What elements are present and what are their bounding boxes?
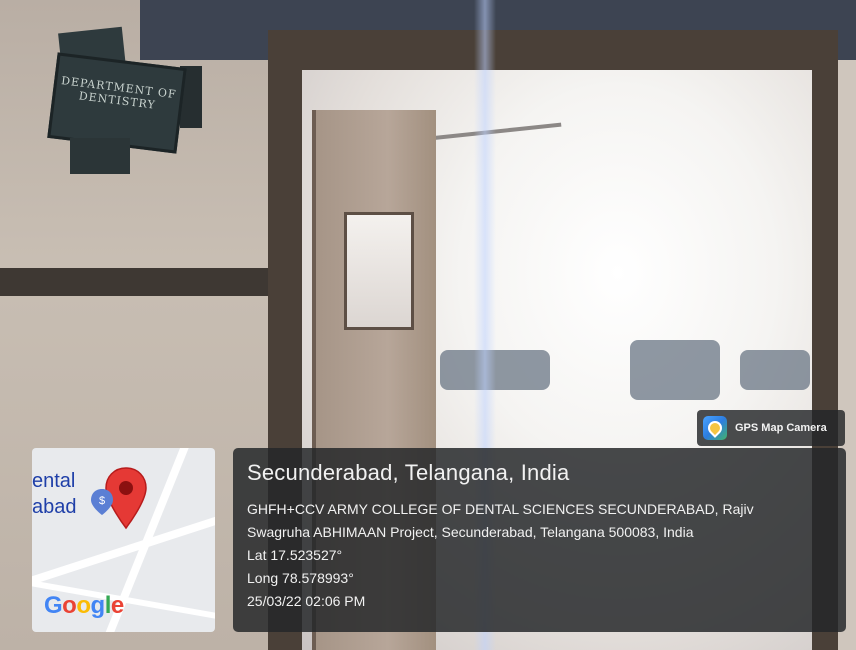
google-logo-letter: g — [90, 592, 106, 619]
poi-icon: $ — [90, 488, 114, 516]
wall-stripe — [0, 268, 270, 296]
latitude: Lat 17.523527° — [247, 547, 343, 563]
map-label: abad — [32, 496, 77, 518]
svg-text:$: $ — [99, 495, 105, 507]
longitude: Long 78.578993° — [247, 570, 354, 586]
map-thumbnail[interactable]: ental abad $ Google — [32, 448, 215, 632]
address-line: GHFH+CCV ARMY COLLEGE OF DENTAL SCIENCES… — [247, 501, 754, 517]
location-title: Secunderabad, Telangana, India — [247, 460, 570, 485]
gps-badge-label: GPS Map Camera — [735, 422, 827, 434]
door-window — [344, 212, 414, 330]
sign-text: DEPARTMENT OF DENTISTRY — [60, 74, 178, 112]
google-logo-letter: o — [76, 592, 91, 619]
google-logo-letter: e — [110, 592, 124, 619]
photo-frame: DEPARTMENT OF DENTISTRY GPS Map Camera e… — [0, 0, 856, 650]
google-logo: Google — [44, 592, 124, 620]
location-info-card: Secunderabad, Telangana, India GHFH+CCV … — [233, 448, 846, 632]
gps-map-camera-badge: GPS Map Camera — [697, 410, 845, 446]
sign-panel — [70, 138, 130, 174]
timestamp: 25/03/22 02:06 PM — [247, 593, 366, 609]
map-label: ental — [32, 470, 76, 492]
address-line: Swagruha ABHIMAAN Project, Secunderabad,… — [247, 524, 694, 540]
gps-map-camera-icon — [703, 416, 727, 440]
google-logo-letter: G — [44, 592, 63, 619]
google-logo-letter: o — [62, 592, 77, 619]
